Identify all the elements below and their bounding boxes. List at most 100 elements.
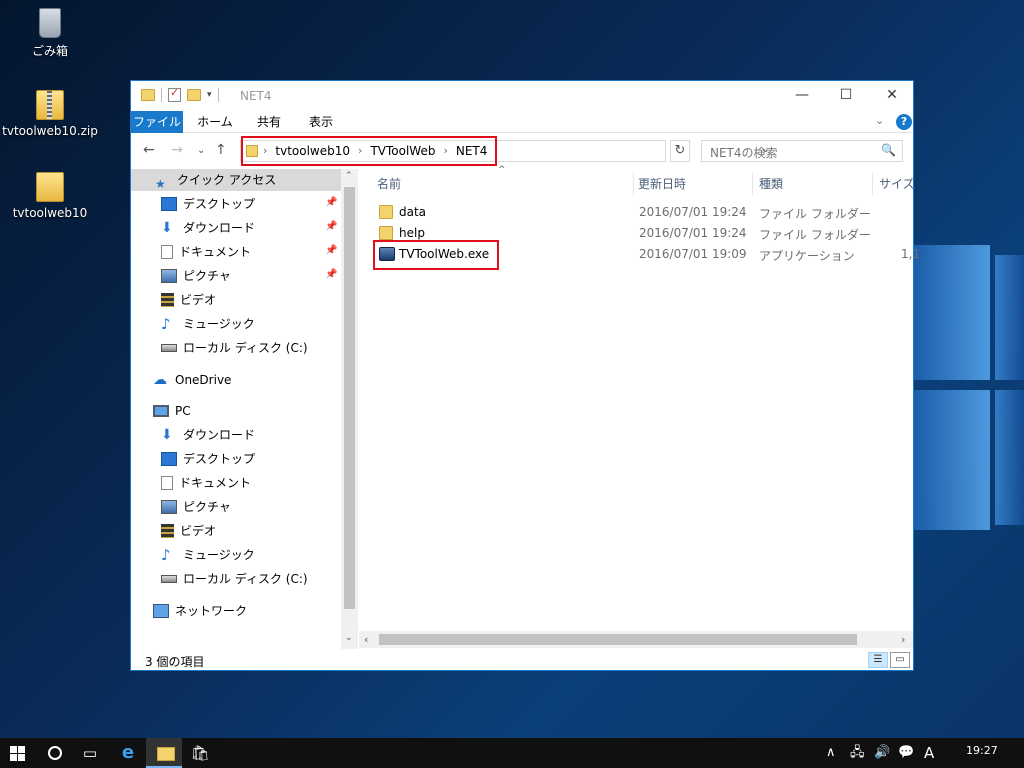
cortana-search-button[interactable] xyxy=(38,738,74,768)
nav-documents[interactable]: ドキュメント xyxy=(161,472,251,494)
pin-icon[interactable]: 📌 xyxy=(325,245,337,256)
nav-local-disk[interactable]: ローカル ディスク (C:) xyxy=(161,337,308,359)
navigation-pane: ★ クイック アクセス デスクトップ 📌 ⬇ ダウンロード 📌 ドキュメント 📌… xyxy=(131,169,341,649)
new-folder-icon[interactable] xyxy=(187,89,201,101)
column-divider[interactable] xyxy=(633,173,634,195)
close-button[interactable]: ✕ xyxy=(869,81,915,111)
tab-home[interactable]: ホーム xyxy=(195,111,235,133)
start-button[interactable] xyxy=(0,738,36,768)
clock[interactable]: 19:27 xyxy=(966,744,998,757)
pin-icon[interactable]: 📌 xyxy=(325,197,337,208)
file-type: ファイル フォルダー xyxy=(759,207,871,221)
pc-icon xyxy=(153,405,169,417)
nav-onedrive[interactable]: ☁ OneDrive xyxy=(153,369,231,391)
content-area: ★ クイック アクセス デスクトップ 📌 ⬇ ダウンロード 📌 ドキュメント 📌… xyxy=(131,165,920,649)
pin-icon[interactable]: 📌 xyxy=(325,269,337,280)
nav-downloads[interactable]: ⬇ ダウンロード xyxy=(161,217,255,239)
nav-label: ローカル ディスク (C:) xyxy=(183,341,308,355)
minimize-button[interactable]: — xyxy=(779,81,825,111)
column-divider[interactable] xyxy=(872,173,873,195)
desktop-icon-label: tvtoolweb10.zip xyxy=(2,124,98,138)
desktop-recycle-bin[interactable]: ごみ箱 xyxy=(0,8,100,59)
desktop-icon-label: tvtoolweb10 xyxy=(12,206,88,220)
nav-scrollbar[interactable]: ⌃ ⌄ xyxy=(341,169,358,649)
nav-pictures[interactable]: ピクチャ xyxy=(161,265,231,287)
nav-quick-access[interactable]: ★ クイック アクセス xyxy=(131,169,341,191)
show-hidden-icons-button[interactable]: ∧ xyxy=(826,738,836,768)
nav-label: ミュージック xyxy=(183,317,255,331)
maximize-button[interactable]: ☐ xyxy=(823,81,869,111)
nav-documents[interactable]: ドキュメント xyxy=(161,241,251,263)
file-type: ファイル フォルダー xyxy=(759,228,871,242)
column-name[interactable]: 名前 xyxy=(377,173,401,195)
task-view-button[interactable]: ▭ xyxy=(72,738,108,768)
ime-indicator[interactable]: A xyxy=(924,738,934,768)
expand-ribbon-icon[interactable]: ⌄ xyxy=(875,114,884,127)
nav-network[interactable]: ネットワーク xyxy=(153,600,247,622)
scrollbar-thumb[interactable] xyxy=(379,634,857,645)
forward-button[interactable]: → xyxy=(171,142,183,158)
desktop-icon-label: ごみ箱 xyxy=(31,44,68,58)
refresh-button[interactable]: ↻ xyxy=(670,140,690,162)
store-icon[interactable]: 🛍 xyxy=(182,738,218,768)
column-divider[interactable] xyxy=(752,173,753,195)
properties-icon[interactable] xyxy=(168,86,181,102)
scroll-left-icon[interactable]: ‹ xyxy=(364,633,368,646)
scroll-right-icon[interactable]: › xyxy=(901,633,905,646)
tab-view[interactable]: 表示 xyxy=(301,111,341,133)
file-type: アプリケーション xyxy=(759,249,855,263)
nav-desktop[interactable]: デスクトップ xyxy=(161,193,255,215)
nav-pictures[interactable]: ピクチャ xyxy=(161,496,231,518)
network-icon xyxy=(153,604,169,618)
volume-icon[interactable]: 🔊 xyxy=(874,738,890,768)
back-button[interactable]: ← xyxy=(143,142,155,158)
nav-local-disk[interactable]: ローカル ディスク (C:) xyxy=(161,568,308,590)
sort-ascending-icon: ^ xyxy=(498,165,506,175)
disk-icon xyxy=(161,575,177,583)
desktop-folder[interactable]: tvtoolweb10 xyxy=(0,172,100,220)
customize-toolbar-icon[interactable]: ▾ xyxy=(207,90,212,100)
edge-icon[interactable]: e xyxy=(110,738,146,768)
horizontal-scrollbar[interactable]: ‹ › xyxy=(359,631,913,648)
scroll-up-icon[interactable]: ⌃ xyxy=(345,171,353,181)
pin-icon[interactable]: 📌 xyxy=(325,221,337,232)
file-explorer-taskbar-button[interactable] xyxy=(146,738,182,768)
navigation-bar: ← → ⌄ ↑ › tvtoolweb10 › TVToolWeb › NET4… xyxy=(131,133,913,169)
onedrive-icon: ☁ xyxy=(153,372,167,388)
nav-pc[interactable]: PC xyxy=(153,400,191,422)
divider xyxy=(161,88,162,102)
title-bar[interactable]: ▾ NET4 — ☐ ✕ xyxy=(131,81,913,111)
nav-videos[interactable]: ビデオ xyxy=(161,289,216,311)
search-input[interactable]: NET4の検索 🔍 xyxy=(701,140,903,162)
nav-label: ダウンロード xyxy=(183,428,256,442)
video-icon xyxy=(161,293,174,307)
column-modified[interactable]: 更新日時 xyxy=(638,173,686,195)
nav-music[interactable]: ♪ ミュージック xyxy=(161,544,255,566)
nav-label: ドキュメント xyxy=(179,476,252,490)
tab-share[interactable]: 共有 xyxy=(249,111,289,133)
folder-icon xyxy=(379,226,393,240)
scroll-down-icon[interactable]: ⌄ xyxy=(345,633,353,643)
large-icons-view-button[interactable]: ▭ xyxy=(890,652,910,668)
nav-desktop[interactable]: デスクトップ xyxy=(161,448,255,470)
action-center-icon[interactable]: 💬 xyxy=(898,738,914,768)
nav-videos[interactable]: ビデオ xyxy=(161,520,216,542)
file-row[interactable]: data 2016/07/01 19:24 ファイル フォルダー xyxy=(359,202,913,223)
desktop-icon xyxy=(161,197,177,211)
tab-file[interactable]: ファイル xyxy=(131,111,183,133)
details-view-button[interactable]: ☰ xyxy=(868,652,888,668)
nav-music[interactable]: ♪ ミュージック xyxy=(161,313,255,335)
network-tray-icon[interactable]: 🖧 xyxy=(850,738,865,768)
up-button[interactable]: ↑ xyxy=(215,142,227,158)
pictures-icon xyxy=(161,500,177,514)
column-type[interactable]: 種類 xyxy=(759,173,783,195)
nav-label: ダウンロード xyxy=(183,221,256,235)
pictures-icon xyxy=(161,269,177,283)
nav-downloads[interactable]: ⬇ ダウンロード xyxy=(161,424,255,446)
recent-locations-button[interactable]: ⌄ xyxy=(197,145,205,156)
desktop-zip-file[interactable]: tvtoolweb10.zip xyxy=(0,90,100,138)
music-icon: ♪ xyxy=(161,315,171,333)
column-size[interactable]: サイズ xyxy=(879,173,915,195)
scrollbar-thumb[interactable] xyxy=(344,187,355,609)
help-icon[interactable]: ? xyxy=(896,114,912,130)
